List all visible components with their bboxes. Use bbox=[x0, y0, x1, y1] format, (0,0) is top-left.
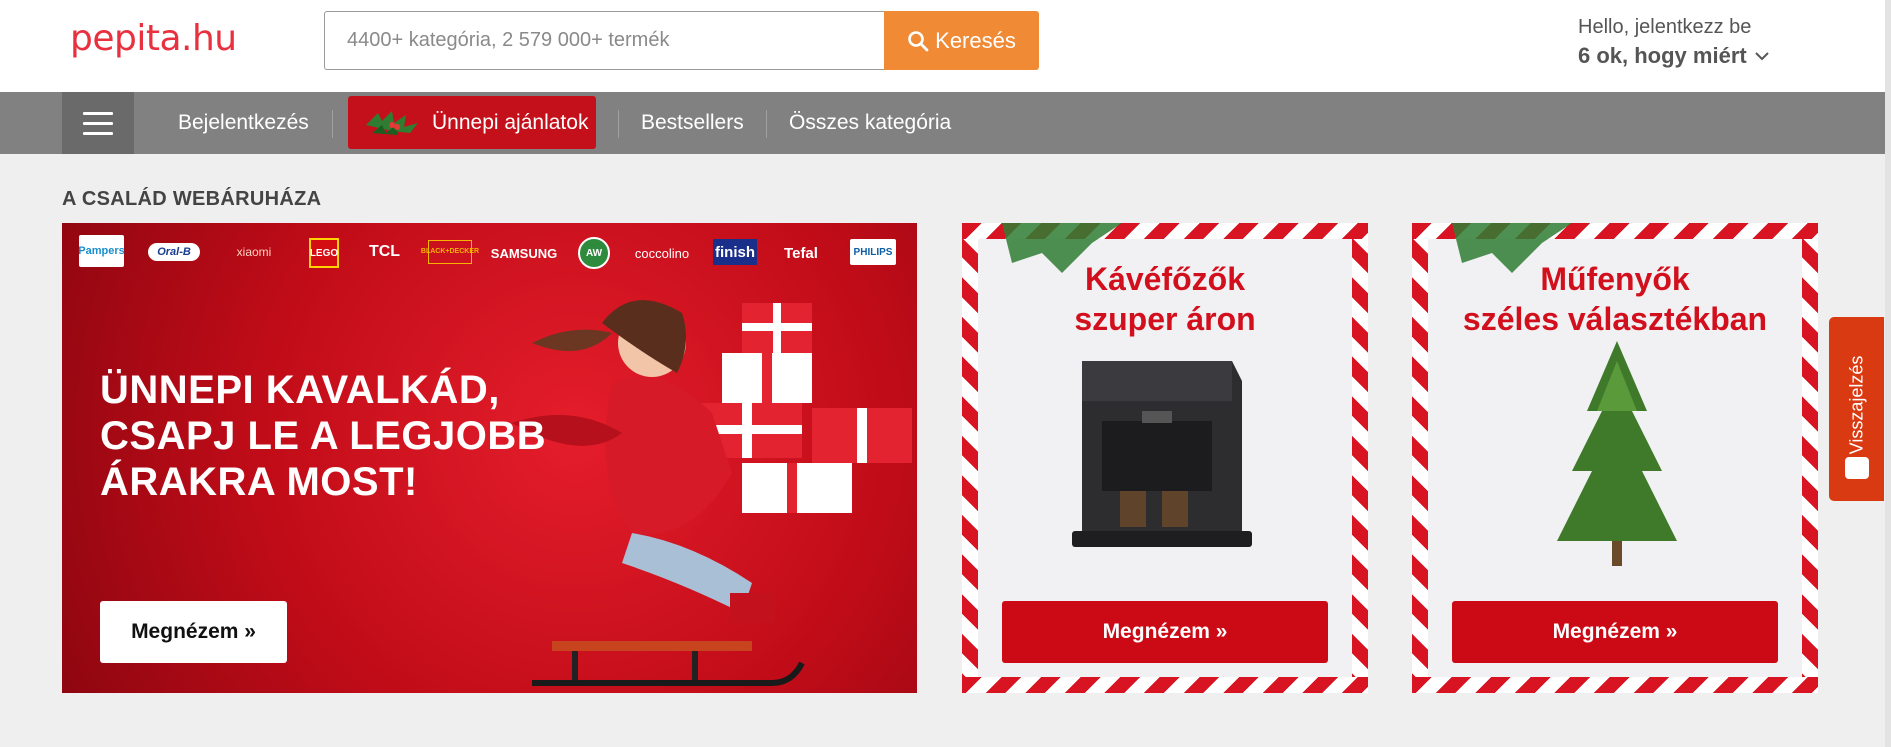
section-title: A CSALÁD WEBÁRUHÁZA bbox=[62, 188, 322, 210]
brand-logo: coccolino bbox=[634, 245, 690, 261]
account-menu[interactable]: Hello, jelentkezz be 6 ok, hogy miért bbox=[1578, 16, 1769, 69]
brand-logo: LEGO bbox=[309, 238, 339, 268]
promo-card-title: Műfenyők széles választékban bbox=[1428, 259, 1802, 339]
hero-banner[interactable]: Pampers Oral-B xiaomi LEGO TCL BLACK+DEC… bbox=[62, 223, 917, 693]
candy-stripe-border bbox=[962, 223, 978, 693]
hamburger-menu-button[interactable] bbox=[62, 92, 134, 154]
brand-logo: Pampers bbox=[78, 235, 125, 267]
candy-stripe-border bbox=[1802, 223, 1818, 693]
nav-all-categories-link[interactable]: Összes kategória bbox=[789, 92, 951, 154]
promo-card-coffee[interactable]: Kávéfőzők szuper áron Megnézem » bbox=[962, 223, 1368, 693]
hero-headline-line: ÜNNEPI KAVALKÁD, bbox=[100, 368, 500, 412]
candy-stripe-border bbox=[1352, 223, 1368, 693]
promo-card-button[interactable]: Megnézem » bbox=[1002, 601, 1328, 663]
feedback-label: Visszajelzés bbox=[1846, 355, 1866, 455]
search-input[interactable] bbox=[324, 11, 884, 70]
hero-cta-button[interactable]: Megnézem » bbox=[100, 601, 287, 663]
christmas-tree-image bbox=[1557, 341, 1677, 566]
brand-logo: xiaomi bbox=[236, 245, 272, 259]
holly-icon bbox=[366, 110, 418, 135]
brand-logo: BLACK+DECKER bbox=[421, 240, 479, 264]
feedback-tab[interactable]: Visszajelzés bbox=[1829, 317, 1884, 501]
menu-icon-bar bbox=[83, 131, 113, 135]
nav-holiday-offers[interactable]: Ünnepi ajánlatok bbox=[348, 96, 596, 149]
nav-divider bbox=[766, 110, 767, 138]
chevron-down-icon bbox=[1755, 52, 1769, 61]
nav-holiday-label: Ünnepi ajánlatok bbox=[432, 110, 589, 134]
brand-logo: AW bbox=[578, 237, 610, 269]
brand-logo: PHILIPS bbox=[850, 239, 896, 265]
promo-card-title-line: Műfenyők bbox=[1540, 261, 1690, 297]
menu-icon-bar bbox=[83, 111, 113, 115]
promo-card-title-line: széles választékban bbox=[1462, 301, 1768, 337]
coffee-machine-image bbox=[1072, 361, 1252, 547]
search-icon bbox=[908, 30, 929, 51]
candy-stripe-border bbox=[1412, 677, 1818, 693]
why-label: 6 ok, hogy miért bbox=[1578, 43, 1747, 68]
hero-headline-line: CSAPJ LE A LEGJOBB bbox=[100, 414, 547, 458]
why-dropdown[interactable]: 6 ok, hogy miért bbox=[1578, 43, 1769, 69]
brand-logo: finish bbox=[713, 239, 757, 265]
brand-logo: TCL bbox=[368, 243, 401, 260]
promo-card-title-line: szuper áron bbox=[1074, 301, 1256, 337]
search-button[interactable]: Keresés bbox=[884, 11, 1039, 70]
menu-icon-bar bbox=[83, 121, 113, 125]
hero-headline-line: ÁRAKRA MOST! bbox=[100, 460, 418, 504]
promo-card-title-line: Kávéfőzők bbox=[1084, 261, 1246, 297]
nav-login-link[interactable]: Bejelentkezés bbox=[178, 92, 309, 154]
site-logo[interactable]: pepita.hu bbox=[70, 18, 237, 59]
page-scrollbar[interactable] bbox=[1885, 0, 1891, 747]
login-prompt[interactable]: Hello, jelentkezz be bbox=[1578, 16, 1769, 39]
brand-logo-strip: Pampers Oral-B xiaomi LEGO TCL BLACK+DEC… bbox=[62, 223, 917, 283]
search-bar: Keresés bbox=[324, 11, 1039, 70]
brand-logo: Tefal bbox=[784, 244, 818, 262]
site-header: pepita.hu Keresés Hello, jelentkezz be 6… bbox=[0, 0, 1891, 92]
brand-logo: Oral-B bbox=[148, 243, 200, 261]
candy-stripe-border bbox=[1412, 223, 1428, 693]
nav-divider bbox=[618, 110, 619, 138]
brand-logo: SAMSUNG bbox=[490, 245, 558, 261]
main-nav: Bejelentkezés Ünnepi ajánlatok Bestselle… bbox=[0, 92, 1885, 154]
search-button-label: Keresés bbox=[935, 27, 1016, 53]
promo-card-title: Kávéfőzők szuper áron bbox=[978, 259, 1352, 339]
chat-icon bbox=[1845, 457, 1869, 479]
promo-card-trees[interactable]: Műfenyők széles választékban Megnézem » bbox=[1412, 223, 1818, 693]
hero-illustration bbox=[512, 300, 912, 686]
hero-headline: ÜNNEPI KAVALKÁD, CSAPJ LE A LEGJOBB ÁRAK… bbox=[100, 367, 546, 505]
promo-card-button[interactable]: Megnézem » bbox=[1452, 601, 1778, 663]
nav-divider bbox=[332, 110, 333, 138]
candy-stripe-border bbox=[962, 677, 1368, 693]
nav-bestsellers-link[interactable]: Bestsellers bbox=[641, 92, 744, 154]
